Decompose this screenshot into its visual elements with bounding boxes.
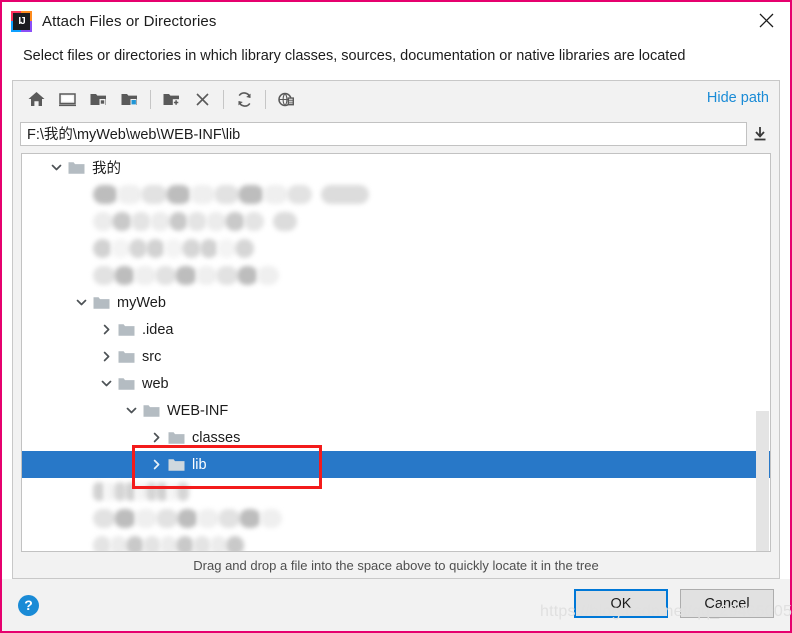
chevron-down-icon[interactable] <box>69 289 93 316</box>
help-button[interactable]: ? <box>18 595 39 616</box>
redacted-tree-row[interactable] <box>22 505 770 532</box>
project-folder-icon[interactable] <box>83 85 114 114</box>
tree-row-label: myWeb <box>117 294 166 311</box>
path-input[interactable]: F:\我的\myWeb\web\WEB-INF\lib <box>20 121 747 146</box>
folder-icon <box>143 397 163 424</box>
dialog-description: Select files or directories in which lib… <box>2 40 790 72</box>
tree-row[interactable]: .idea <box>22 316 770 343</box>
toolbar-separator <box>265 90 266 109</box>
window-title: Attach Files or Directories <box>42 12 217 30</box>
dialog-buttons: OK Cancel <box>574 589 774 618</box>
show-hidden-icon[interactable] <box>271 85 302 114</box>
directory-tree[interactable]: 我的 myWeb .idea src web WEB-INF classes lib <box>21 153 771 552</box>
file-chooser-toolbar: Hide path <box>13 81 779 118</box>
redacted-tree-row[interactable] <box>22 235 770 262</box>
folder-icon <box>168 451 188 478</box>
toolbar-separator <box>223 90 224 109</box>
toolbar-separator <box>150 90 151 109</box>
hide-path-link[interactable]: Hide path <box>707 90 769 106</box>
redacted-tree-row[interactable] <box>22 532 770 551</box>
tree-row[interactable]: classes <box>22 424 770 451</box>
module-folder-icon[interactable] <box>114 85 145 114</box>
cancel-button[interactable]: Cancel <box>680 589 774 618</box>
dialog-footer: ? OK Cancel <box>2 579 790 631</box>
path-row: F:\我的\myWeb\web\WEB-INF\lib <box>13 118 779 149</box>
tree-row[interactable]: src <box>22 343 770 370</box>
new-folder-icon[interactable] <box>156 85 187 114</box>
chevron-down-icon[interactable] <box>94 370 118 397</box>
chevron-right-icon[interactable] <box>94 316 118 343</box>
app-icon-letters: IJ <box>13 12 30 30</box>
download-arrow-icon[interactable] <box>747 122 773 146</box>
chevron-down-icon[interactable] <box>44 154 68 181</box>
drag-drop-hint: Drag and drop a file into the space abov… <box>193 557 599 573</box>
title-bar: IJ Attach Files or Directories <box>2 2 790 40</box>
folder-icon <box>118 316 138 343</box>
folder-icon <box>68 154 88 181</box>
tree-row-label: .idea <box>142 321 174 338</box>
redacted-tree-row[interactable] <box>22 181 770 208</box>
intellij-idea-icon: IJ <box>11 10 32 32</box>
file-chooser-panel: Hide path F:\我的\myWeb\web\WEB-INF\lib 我的… <box>12 80 780 579</box>
tree-row-label: WEB-INF <box>167 402 229 419</box>
tree-row-selected[interactable]: lib <box>22 451 770 478</box>
attach-files-dialog: IJ Attach Files or Directories Select fi… <box>0 0 792 633</box>
folder-icon <box>93 289 113 316</box>
folder-icon <box>118 370 138 397</box>
tree-body[interactable]: 我的 myWeb .idea src web WEB-INF classes lib <box>22 154 770 551</box>
redacted-tree-row[interactable] <box>22 478 770 505</box>
close-icon[interactable] <box>743 2 790 38</box>
chevron-right-icon[interactable] <box>144 424 168 451</box>
tree-row[interactable]: myWeb <box>22 289 770 316</box>
tree-row[interactable]: WEB-INF <box>22 397 770 424</box>
home-icon[interactable] <box>21 85 52 114</box>
tree-row-label: web <box>142 375 169 392</box>
tree-vertical-scrollbar[interactable] <box>756 155 769 551</box>
tree-row-label: classes <box>192 429 241 446</box>
chevron-right-icon[interactable] <box>94 343 118 370</box>
chevron-right-icon[interactable] <box>144 451 168 478</box>
tree-row-label: lib <box>192 456 207 473</box>
folder-icon <box>168 424 188 451</box>
refresh-icon[interactable] <box>229 85 260 114</box>
redacted-tree-row[interactable] <box>22 262 770 289</box>
ok-button[interactable]: OK <box>574 589 668 618</box>
redacted-tree-row[interactable] <box>22 208 770 235</box>
tree-row-label: 我的 <box>92 161 121 177</box>
scrollbar-thumb[interactable] <box>756 411 769 551</box>
tree-row[interactable]: web <box>22 370 770 397</box>
tree-row-label: src <box>142 348 162 365</box>
folder-icon <box>118 343 138 370</box>
delete-icon[interactable] <box>187 85 218 114</box>
tree-row[interactable]: 我的 <box>22 154 770 181</box>
chevron-down-icon[interactable] <box>119 397 143 424</box>
desktop-icon[interactable] <box>52 85 83 114</box>
